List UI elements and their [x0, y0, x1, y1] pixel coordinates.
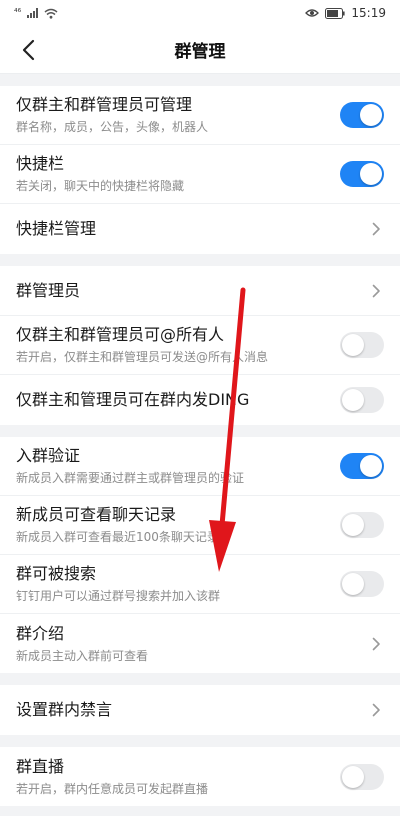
row-description: 若关闭，聊天中的快捷栏将隐藏: [16, 179, 185, 193]
settings-group-1: 仅群主和群管理员可管理群名称，成员，公告，头像，机器人快捷栏若关闭，聊天中的快捷…: [0, 86, 400, 254]
chevron-right-icon: [368, 221, 384, 237]
signal-icon: [27, 8, 39, 18]
row-texts: 群可被搜索钉钉用户可以通过群号搜索并加入该群: [16, 563, 220, 605]
settings-row[interactable]: 群管理员: [0, 266, 400, 316]
toggle-switch[interactable]: [340, 512, 384, 538]
toggle-switch[interactable]: [340, 763, 384, 790]
settings-row: 入群验证新成员入群需要通过群主或群管理员的验证: [0, 437, 400, 496]
row-label: 群管理员: [16, 280, 81, 300]
toggle-knob: [360, 104, 382, 126]
back-button[interactable]: [16, 38, 40, 62]
row-texts: 群介绍新成员主动入群前可查看: [16, 623, 148, 665]
wifi-icon: [44, 8, 58, 19]
row-label: 群直播: [16, 756, 65, 776]
toggle-switch[interactable]: [340, 161, 384, 187]
row-description: 若开启，仅群主和群管理员可发送@所有人消息: [16, 350, 269, 364]
row-texts: 设置群内禁言: [16, 699, 112, 721]
row-label: 新成员可查看聊天记录: [16, 505, 177, 524]
toggle-switch[interactable]: [340, 453, 384, 479]
settings-row: 新成员可查看聊天记录新成员入群可查看最近100条聊天记录: [0, 496, 400, 555]
row-label: 快捷栏管理: [16, 219, 97, 238]
row-label: 群介绍: [16, 623, 65, 643]
settings-list: 仅群主和群管理员可管理群名称，成员，公告，头像，机器人快捷栏若关闭，聊天中的快捷…: [0, 74, 400, 806]
row-label: 仅群主和群管理员可@所有人: [16, 325, 225, 344]
row-label: 入群验证: [16, 446, 81, 465]
toggle-switch[interactable]: [340, 332, 384, 358]
toggle-knob: [342, 573, 364, 595]
settings-row[interactable]: 快捷栏管理: [0, 204, 400, 254]
nav-header: 群管理: [0, 26, 400, 74]
network-type: ⁴⁶: [14, 8, 22, 18]
row-texts: 群直播若开启，群内任意成员可发起群直播: [16, 756, 208, 798]
row-texts: 新成员可查看聊天记录新成员入群可查看最近100条聊天记录: [16, 504, 219, 546]
row-texts: 快捷栏若关闭，聊天中的快捷栏将隐藏: [16, 153, 184, 195]
row-description: 群名称，成员，公告，头像，机器人: [16, 120, 209, 134]
toggle-switch[interactable]: [340, 387, 384, 413]
clock: 15:19: [351, 6, 386, 20]
chevron-right-icon: [368, 283, 384, 299]
settings-group-5: 群直播若开启，群内任意成员可发起群直播: [0, 747, 400, 806]
toggle-knob: [342, 389, 364, 411]
chevron-right-icon: [368, 702, 384, 718]
row-label: 设置群内禁言: [16, 700, 113, 719]
row-description: 若开启，群内任意成员可发起群直播: [16, 781, 209, 796]
eye-icon: [305, 9, 320, 17]
row-texts: 仅群主和群管理员可管理群名称，成员，公告，头像，机器人: [16, 94, 208, 136]
row-texts: 仅群主和群管理员可@所有人若开启，仅群主和群管理员可发送@所有人消息: [16, 324, 268, 366]
row-description: 新成员主动入群前可查看: [16, 648, 149, 663]
row-label: 仅群主和管理员可在群内发DING: [16, 390, 250, 409]
row-label: 群可被搜索: [16, 564, 97, 583]
page-title: 群管理: [174, 42, 226, 62]
settings-row[interactable]: 群介绍新成员主动入群前可查看: [0, 614, 400, 673]
row-label: 仅群主和群管理员可管理: [16, 95, 193, 114]
chevron-right-icon: [368, 636, 384, 652]
toggle-knob: [360, 163, 382, 185]
row-description: 新成员入群需要通过群主或群管理员的验证: [16, 471, 245, 485]
toggle-knob: [342, 765, 364, 788]
row-label: 快捷栏: [16, 154, 65, 173]
battery-icon: [325, 7, 346, 19]
row-texts: 仅群主和管理员可在群内发DING: [16, 389, 249, 411]
back-arrow-icon: [22, 39, 35, 61]
toggle-knob: [342, 334, 364, 356]
row-texts: 入群验证新成员入群需要通过群主或群管理员的验证: [16, 445, 244, 487]
settings-row: 仅群主和群管理员可@所有人若开启，仅群主和群管理员可发送@所有人消息: [0, 316, 400, 375]
settings-row: 群可被搜索钉钉用户可以通过群号搜索并加入该群: [0, 555, 400, 614]
row-texts: 群管理员: [16, 280, 80, 302]
toggle-knob: [342, 514, 364, 536]
settings-row: 仅群主和群管理员可管理群名称，成员，公告，头像，机器人: [0, 86, 400, 145]
settings-row: 群直播若开启，群内任意成员可发起群直播: [0, 747, 400, 806]
settings-group-4: 设置群内禁言: [0, 685, 400, 735]
row-texts: 快捷栏管理: [16, 218, 96, 240]
status-left: ⁴⁶: [14, 8, 58, 19]
toggle-switch[interactable]: [340, 102, 384, 128]
toggle-knob: [360, 455, 382, 477]
settings-row[interactable]: 设置群内禁言: [0, 685, 400, 735]
toggle-switch[interactable]: [340, 571, 384, 597]
settings-row: 仅群主和管理员可在群内发DING: [0, 375, 400, 425]
status-bar: ⁴⁶ 15:19: [0, 0, 400, 26]
settings-row: 快捷栏若关闭，聊天中的快捷栏将隐藏: [0, 145, 400, 204]
settings-group-3: 入群验证新成员入群需要通过群主或群管理员的验证新成员可查看聊天记录新成员入群可查…: [0, 437, 400, 673]
row-description: 钉钉用户可以通过群号搜索并加入该群: [16, 589, 221, 603]
status-right: 15:19: [305, 6, 386, 20]
settings-group-2: 群管理员 仅群主和群管理员可@所有人 若开启，仅群主和群管理员可发送@所有人消息 仅群…: [0, 266, 400, 425]
row-description: 新成员入群可查看最近100条聊天记录: [16, 530, 219, 544]
